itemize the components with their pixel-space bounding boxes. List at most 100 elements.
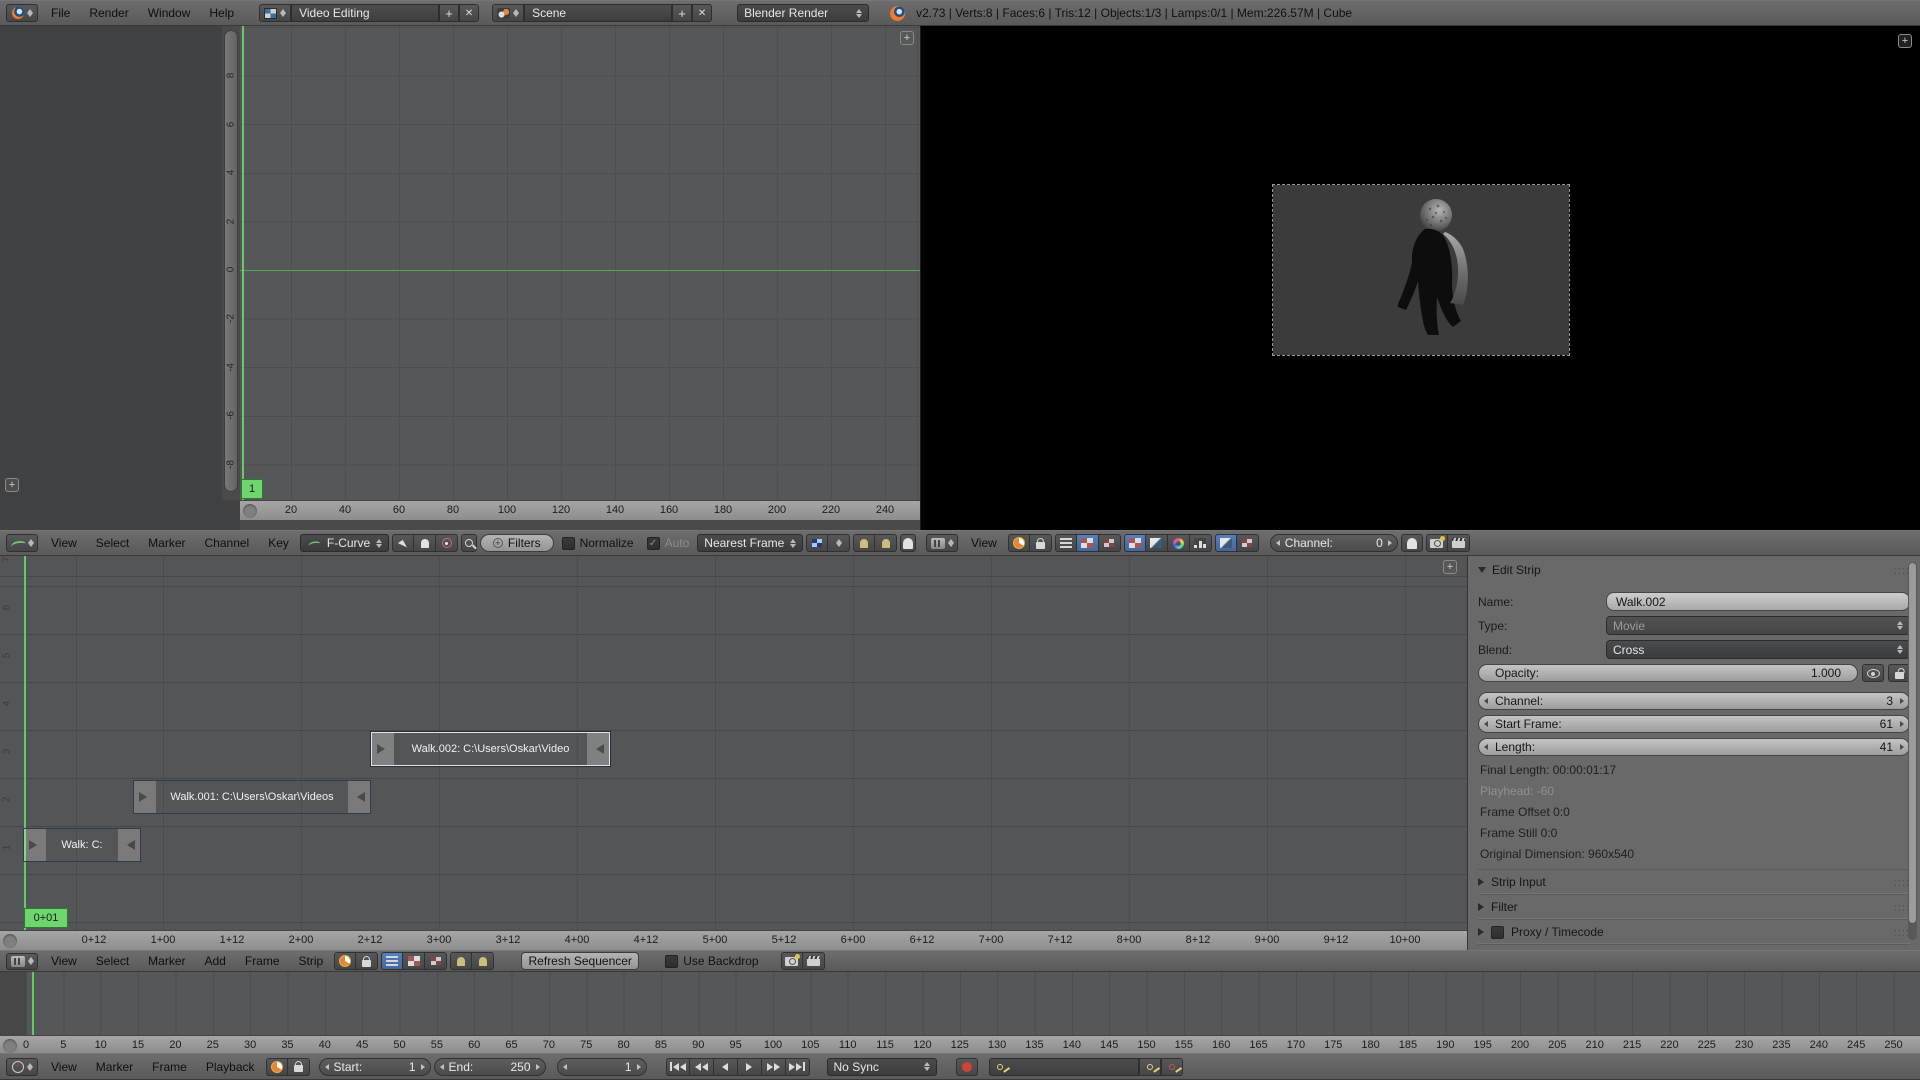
delete-screen-layout-button[interactable] [459, 4, 479, 22]
screen-layout-name-field[interactable]: Video Editing [291, 4, 439, 22]
increment-arrow-icon[interactable] [1900, 721, 1904, 727]
lock-strip-button[interactable] [1888, 664, 1910, 682]
seq-menu-select[interactable]: Select [88, 954, 137, 968]
scene-name-field[interactable]: Scene [524, 4, 672, 22]
increment-arrow-icon[interactable] [1388, 540, 1392, 546]
strip-input-panel-header[interactable]: Strip Input [1478, 869, 1910, 894]
editor-type-selector-timeline[interactable] [6, 1058, 38, 1076]
graph-mode-dropdown[interactable]: F-Curve [300, 534, 389, 552]
sequencer-time-ruler[interactable]: 0+121+001+122+002+123+003+124+004+125+00… [0, 930, 1467, 950]
display-waveform-button[interactable] [1146, 534, 1168, 552]
scene-icon-button[interactable] [492, 4, 524, 22]
search-filter-button[interactable] [461, 534, 477, 552]
graph-menu-marker[interactable]: Marker [140, 536, 193, 550]
insert-keyframe-button[interactable] [1139, 1058, 1161, 1076]
graph-vertical-scrollbar[interactable]: 86420-2-4-6-8 [222, 26, 240, 500]
proxy-timecode-panel-header[interactable]: Proxy / Timecode [1478, 919, 1910, 944]
seq-menu-view[interactable]: View [43, 954, 85, 968]
timeline-playhead[interactable] [32, 972, 34, 1035]
normalize-toggle[interactable]: Normalize [557, 536, 639, 550]
delete-keyframe-button[interactable] [1161, 1058, 1183, 1076]
snap-mode-button[interactable] [828, 534, 850, 552]
paste-keyframes-button[interactable] [875, 534, 897, 552]
preview-region-expand-icon[interactable]: + [1898, 34, 1912, 48]
menu-help[interactable]: Help [201, 6, 242, 20]
decrement-arrow-icon[interactable] [440, 1064, 444, 1070]
graph-menu-channel[interactable]: Channel [197, 536, 258, 550]
graph-channel-list[interactable] [0, 26, 222, 500]
lock-button[interactable] [356, 952, 378, 970]
ghost-curves-button[interactable] [414, 534, 436, 552]
strip-right-handle[interactable] [127, 840, 135, 850]
menu-file[interactable]: File [43, 6, 78, 20]
editor-type-selector-sequencer[interactable] [6, 953, 38, 970]
editor-type-selector-preview[interactable] [926, 534, 958, 552]
sequence-render-animation-button[interactable] [803, 952, 825, 970]
view-sequencer-button[interactable] [381, 952, 403, 970]
view-both-button[interactable] [425, 952, 447, 970]
timeline-area[interactable] [0, 972, 1920, 1035]
pie-clock-button[interactable] [1008, 534, 1030, 552]
seq-menu-add[interactable]: Add [197, 954, 234, 968]
editor-type-selector-info[interactable] [6, 4, 38, 22]
strip-left-handle[interactable] [29, 840, 37, 850]
paste-strips-button[interactable] [472, 952, 494, 970]
record-button[interactable] [956, 1058, 978, 1076]
pivot-point-button[interactable] [436, 534, 458, 552]
tl-menu-marker[interactable]: Marker [88, 1060, 141, 1074]
seq-menu-frame[interactable]: Frame [237, 954, 288, 968]
view-preview-button[interactable] [1077, 534, 1099, 552]
menu-window[interactable]: Window [140, 6, 199, 20]
graph-frame-ruler[interactable]: 20406080100120140160180200220240 [240, 500, 920, 520]
start-frame-slider[interactable]: Start Frame: 61 [1478, 715, 1910, 733]
sequencer-region-expand-icon[interactable]: + [1443, 560, 1457, 574]
start-frame-field[interactable]: Start: 1 [319, 1058, 431, 1076]
decrement-arrow-icon[interactable] [563, 1064, 567, 1070]
screen-layout-icon-button[interactable] [259, 4, 291, 22]
cursor-tool-button[interactable] [392, 534, 414, 552]
strip-right-handle[interactable] [357, 792, 365, 802]
add-screen-layout-button[interactable] [439, 4, 459, 22]
graph-properties-expand-icon[interactable]: + [900, 31, 914, 45]
auto-normalize-toggle[interactable]: Auto [642, 536, 695, 550]
render-engine-dropdown[interactable]: Blender Render [737, 4, 869, 22]
use-backdrop-toggle[interactable]: Use Backdrop [660, 954, 763, 968]
channel-number-field[interactable]: Channel: 0 [1270, 534, 1398, 552]
preview-menu-view[interactable]: View [963, 536, 1005, 550]
filter-panel-header[interactable]: Filter [1478, 894, 1910, 919]
editor-type-selector-graph[interactable] [6, 534, 38, 552]
increment-arrow-icon[interactable] [536, 1064, 540, 1070]
auto-checkbox[interactable] [647, 537, 660, 550]
strip-right-handle[interactable] [596, 744, 604, 754]
channel-number-slider[interactable]: Channel: 3 [1478, 692, 1910, 710]
jump-next-keyframe-button[interactable] [762, 1058, 786, 1076]
add-scene-button[interactable] [672, 4, 692, 22]
seq-menu-marker[interactable]: Marker [140, 954, 193, 968]
opacity-slider[interactable]: Opacity: 1.000 [1478, 664, 1858, 682]
decrement-arrow-icon[interactable] [1484, 721, 1488, 727]
graph-menu-select[interactable]: Select [88, 536, 137, 550]
snap-button[interactable] [806, 534, 828, 552]
decrement-arrow-icon[interactable] [1484, 744, 1488, 750]
increment-arrow-icon[interactable] [1900, 698, 1904, 704]
timeline-frame-ruler[interactable]: 0510152025303540455055606570758085909510… [0, 1035, 1920, 1053]
normalize-checkbox[interactable] [562, 537, 575, 550]
use-backdrop-checkbox[interactable] [665, 955, 678, 968]
increment-arrow-icon[interactable] [1900, 744, 1904, 750]
graph-plot-area[interactable] [240, 26, 920, 500]
graph-menu-key[interactable]: Key [260, 536, 297, 550]
view-sequencer-button[interactable] [1055, 534, 1077, 552]
increment-arrow-icon[interactable] [637, 1064, 641, 1070]
proxy-checkbox[interactable] [1491, 926, 1504, 939]
jump-prev-keyframe-button[interactable] [690, 1058, 714, 1076]
view-both-button[interactable] [1099, 534, 1121, 552]
pie-clock-button[interactable] [334, 952, 356, 970]
seq-menu-strip[interactable]: Strip [291, 954, 332, 968]
graph-region-expand-icon[interactable]: + [5, 478, 19, 492]
tl-menu-frame[interactable]: Frame [144, 1060, 195, 1074]
display-vectorscope-button[interactable] [1168, 534, 1190, 552]
length-slider[interactable]: Length: 41 [1478, 738, 1910, 756]
filters-button[interactable]: + Filters [480, 534, 554, 552]
strip-walk-002-selected[interactable]: Walk.002: C:\Users\Oskar\Video [371, 732, 610, 766]
mute-strip-button[interactable] [1862, 664, 1884, 682]
